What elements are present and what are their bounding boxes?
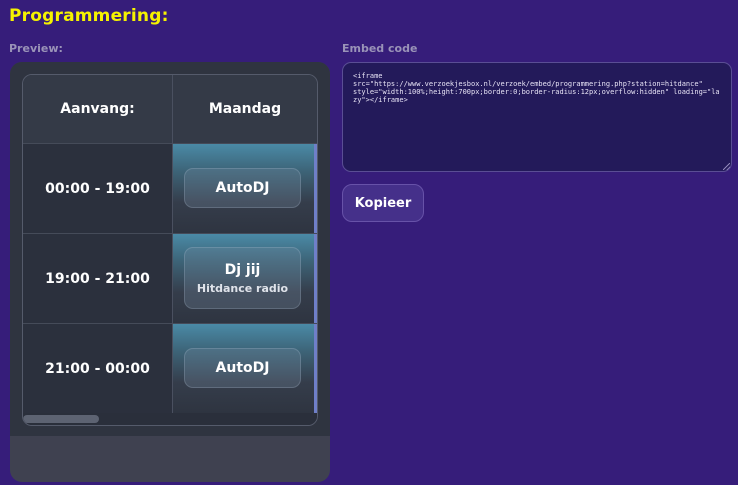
table-row: Dj jij Hitdance radio <box>173 233 317 324</box>
horizontal-scrollbar[interactable] <box>23 413 317 425</box>
page-title: Programmering: <box>9 6 169 26</box>
show-button[interactable]: Dj jij Hitdance radio <box>184 247 301 309</box>
table-row: AutoDJ <box>173 323 317 414</box>
column-header-time: Aanvang: <box>23 75 172 143</box>
show-button[interactable]: AutoDJ <box>184 168 301 208</box>
embed-code-label: Embed code <box>342 42 418 55</box>
scrollbar-thumb[interactable] <box>23 415 99 423</box>
slot-edge <box>314 144 317 234</box>
table-row: AutoDJ <box>173 143 317 234</box>
preview-panel: Aanvang: Maandag 00:00 - 19:00 AutoDJ 19… <box>10 62 330 482</box>
show-subtitle: Hitdance radio <box>196 281 289 295</box>
show-button[interactable]: AutoDJ <box>184 348 301 388</box>
show-title: Dj jij <box>224 261 261 278</box>
slot-edge <box>314 234 317 324</box>
show-title: AutoDJ <box>215 360 270 376</box>
embed-code-textarea[interactable]: <iframe src="https://www.verzoekjesbox.n… <box>342 62 732 172</box>
resize-handle-icon[interactable] <box>723 163 730 170</box>
column-header-day: Maandag <box>173 75 317 143</box>
time-cell: 21:00 - 00:00 <box>23 323 172 413</box>
copy-button[interactable]: Kopieer <box>342 184 424 222</box>
preview-label: Preview: <box>9 42 63 55</box>
schedule-table: Aanvang: Maandag 00:00 - 19:00 AutoDJ 19… <box>22 74 318 426</box>
preview-frame: Aanvang: Maandag 00:00 - 19:00 AutoDJ 19… <box>10 62 330 436</box>
time-cell: 19:00 - 21:00 <box>23 233 172 323</box>
slot-edge <box>314 324 317 414</box>
time-cell: 00:00 - 19:00 <box>23 143 172 233</box>
show-title: AutoDJ <box>215 180 270 196</box>
